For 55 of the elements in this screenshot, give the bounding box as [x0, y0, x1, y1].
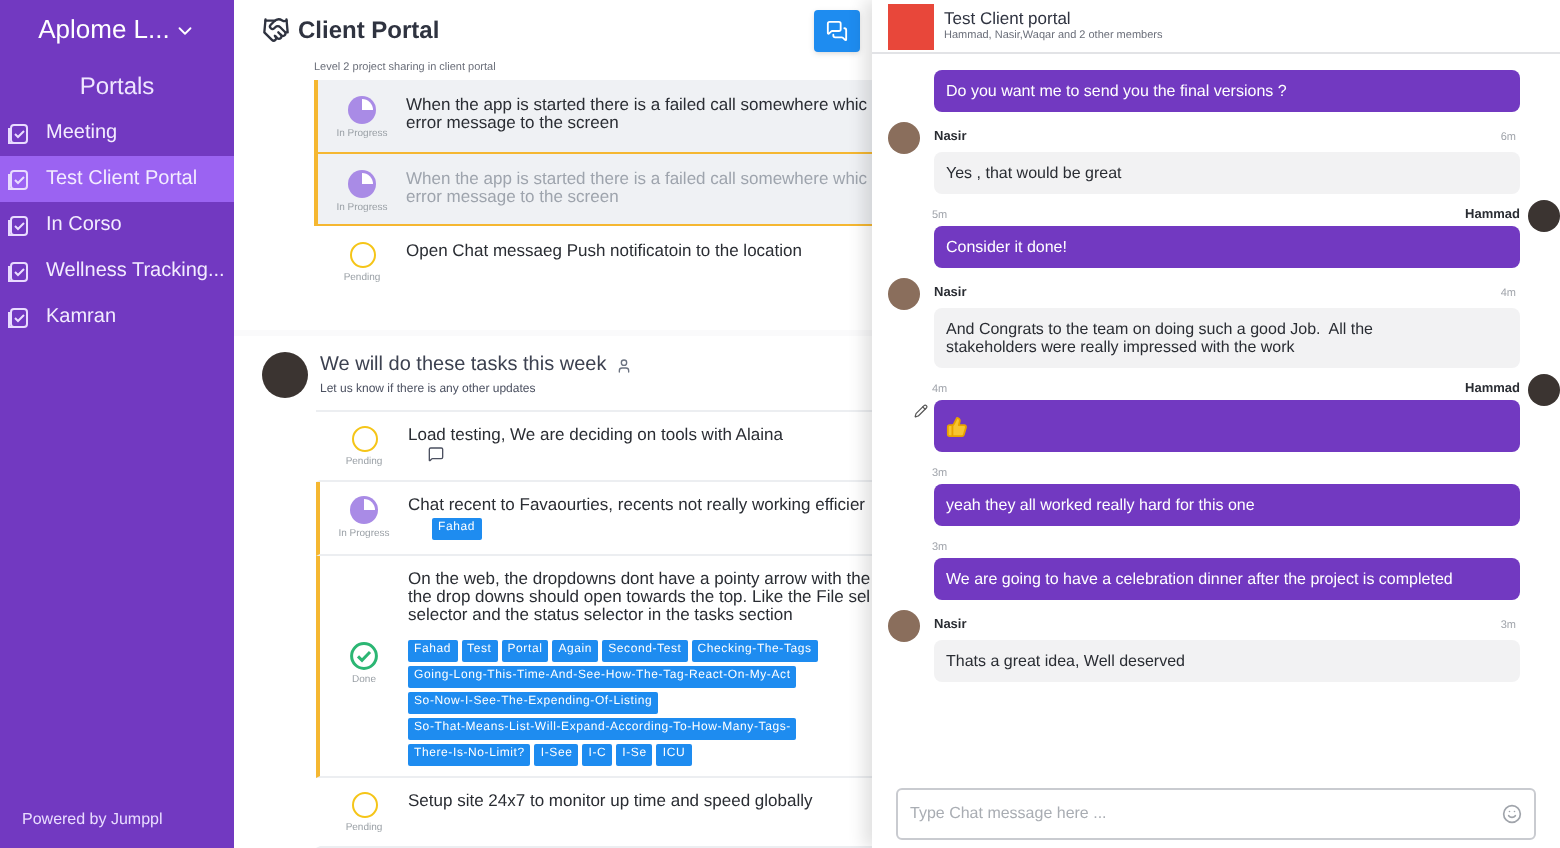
task-text: On the web, the dropdowns dont have a pointy arrow with the the drop downs should open towards the top. Like the File sel selector and the status selector in the tasks section [408, 565, 871, 623]
emoji-icon[interactable] [1502, 804, 1522, 824]
in-progress-status-icon[interactable] [348, 96, 376, 124]
sender-avatar [1528, 374, 1560, 406]
edit-icon[interactable] [914, 404, 928, 418]
chat-input[interactable]: Type Chat message here ... [896, 788, 1536, 840]
received-message-bubble: Thats a great idea, Well deserved [934, 640, 1520, 682]
sender-avatar [888, 610, 920, 642]
chat-title: Test Client portal [944, 8, 1073, 28]
checklist-icon [6, 167, 30, 191]
task-row[interactable] [316, 555, 872, 777]
in-progress-status-icon[interactable] [348, 169, 376, 197]
powered-by-text: Powered by Jumppl [22, 808, 163, 832]
chat-button[interactable] [814, 9, 860, 51]
message-field[interactable]: Type Chat message here ... [910, 802, 1502, 826]
checklist-icon [6, 259, 30, 283]
sidebar-item[interactable]: Meeting [0, 110, 234, 156]
task-text: Setup site 24x7 to monitor up time and speed globally [408, 787, 813, 809]
org-name[interactable]: Aplome L... [38, 10, 170, 50]
handshake-icon [262, 16, 290, 44]
task-text: When the app is started there is a failed call somewhere whic error message to the screen [406, 165, 868, 205]
sidebar-item[interactable]: Test Client Portal [0, 156, 234, 202]
sent-message-bubble: Consider it done! [934, 226, 1520, 268]
person-icon[interactable] [616, 357, 633, 373]
user-avatar [262, 351, 308, 397]
comment-icon[interactable] [428, 445, 444, 461]
sender-avatar [1528, 200, 1560, 232]
sidebar-item[interactable]: Wellness Tracking... [0, 248, 234, 294]
section-title: Portals [79, 69, 155, 103]
sent-message-bubble: yeah they all worked really hard for this one [934, 484, 1520, 526]
pending-status-icon[interactable] [349, 242, 375, 268]
received-message-bubble: And Congrats to the team on doing such a good Job. All the stakeholders were really impressed with the work [934, 308, 1520, 368]
chat-avatar [888, 3, 934, 49]
task-text: Chat recent to Favaourties, recents not really working efficier [408, 492, 866, 514]
sidebar-item[interactable]: In Corso [0, 202, 234, 248]
checklist-icon [6, 305, 30, 329]
chat-icon [826, 19, 848, 41]
sent-message-bubble: We are going to have a celebration dinner after the project is completed [934, 558, 1520, 600]
sender-avatar [888, 278, 920, 310]
done-status-icon[interactable] [350, 641, 378, 670]
in-progress-status-icon[interactable] [350, 496, 378, 524]
sent-message-bubble: Do you want me to send you the final versions ? [934, 70, 1520, 112]
sidebar-item[interactable]: Kamran [0, 294, 234, 340]
sender-avatar [888, 122, 920, 154]
task-text: When the app is started there is a failed call somewhere whic error message to the screen [406, 92, 868, 132]
checklist-icon [6, 121, 30, 145]
thumbs-up-icon [946, 415, 968, 437]
checklist-icon [6, 213, 30, 237]
pending-status-icon[interactable] [351, 791, 377, 817]
task-text: Load testing, We are deciding on tools with Alaina [408, 421, 783, 443]
pending-status-icon[interactable] [351, 425, 377, 451]
post-title: We will do these tasks this week [320, 352, 607, 380]
received-message-bubble: Yes , that would be great [934, 152, 1520, 194]
task-text: Open Chat messaeg Push notificatoin to the location [406, 238, 802, 260]
page-title: Client Portal [298, 14, 440, 48]
